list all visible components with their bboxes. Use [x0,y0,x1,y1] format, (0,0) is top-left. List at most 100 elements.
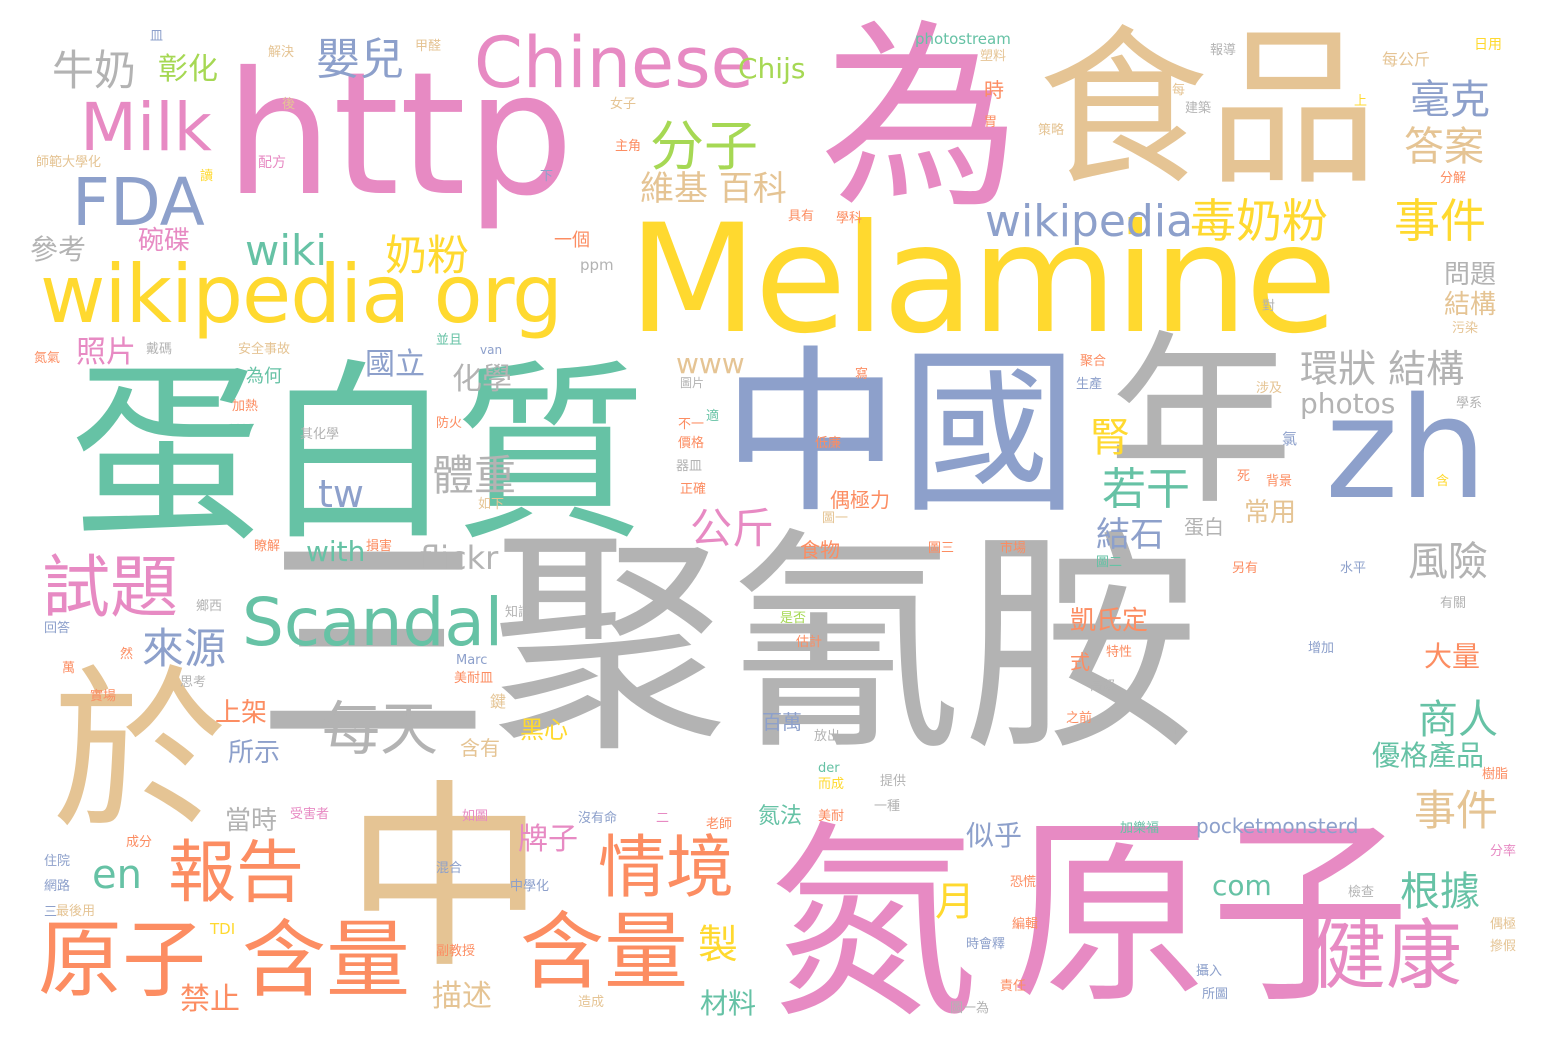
word-small: 學科 [836,211,863,226]
word-china: 中國 [722,330,1078,537]
word-small: 混合 [436,861,463,876]
word-cloud: 三聚氰胺 Melamine 中國 蛋白質 食品 http 為 年 氮 原子 中 … [0,0,1548,1052]
word-small: 所圖 [1202,987,1229,1002]
word-small: 一種 [874,799,901,814]
word-small: 鍵 [490,692,507,711]
word-small: 對 [1262,299,1276,314]
word-marc: Marc [456,653,488,668]
word-one: 一個 [554,230,590,251]
word-small: 鄉西 [196,599,223,614]
word-small: 戴碼 [146,342,173,357]
word-small: 師範大學化 [36,155,102,170]
word-dipole-force: 偶極力 [830,488,890,512]
word-small: 加熱 [232,399,259,414]
word-milk: Milk [80,89,212,166]
word-small: 日用 [1474,37,1502,53]
word-small: 胃 [984,115,998,130]
word-small: 正確 [680,482,707,497]
word-small: 圖二 [1096,555,1123,570]
word-small: 上 [1354,94,1368,109]
word-small: 最後用 [56,904,96,919]
word-dishes: 碗碟 [138,226,191,256]
word-small: 建築 [1185,101,1212,116]
word-der: der [818,761,840,776]
word-merchant: 商人 [1418,697,1498,743]
word-photostream: photostream [915,30,1011,48]
word-small: 美耐皿 [454,671,494,686]
word-wiki: wiki [245,226,328,275]
word-small: 分率 [1490,844,1517,859]
word-source: 來源 [142,624,227,673]
word-small: 美耐 [818,809,845,824]
word-small: 策略 [1038,123,1065,138]
word-small: 污染 [1452,321,1479,336]
word-small: 老師 [706,817,733,832]
word-small: 氮氣 [34,351,61,366]
word-cow-milk: 牛奶 [52,46,137,95]
word-small: 造成 [578,995,605,1010]
word-infant: 嬰兒 [316,34,404,85]
word-ppm: ppm [580,256,614,274]
word-risk: 風險 [1408,539,1488,585]
word-small: 塑料 [980,49,1007,64]
word-common: 常用 [1244,498,1297,528]
word-small: 後 [282,97,296,112]
word-small: 背景 [1266,474,1293,489]
word-scandal: Scandal [242,584,504,661]
word-wikipedia: wikipedia [985,196,1194,247]
word-small: 萬 [62,661,76,676]
word-small: 中學化 [510,879,550,894]
word-according: 根據 [1400,869,1480,915]
word-large-amount: 大量 [1424,640,1481,673]
word-chijs: Chijs [738,52,806,85]
word-small: 加樂福 [1120,821,1160,836]
word-small: 皿 [150,29,164,44]
word-daily: 每天 [322,695,439,763]
word-make: 製 [698,922,738,968]
word-nitrogen-method: 氮法 [758,804,803,829]
word-van: van [480,343,503,357]
word-photo: 照片 [76,335,136,370]
word-structure: 結構 [1444,290,1497,320]
word-small: 水平 [1340,561,1367,576]
word-small: 責任 [1000,979,1027,994]
word-small: 而成 [818,777,845,792]
word-small: 另有 [1232,561,1259,576]
word-small: 時會釋 [966,937,1006,952]
word-small: 報導 [1210,43,1237,58]
word-com: com [1212,869,1272,902]
word-small: 並且 [436,333,463,348]
word-small: 副教授 [436,944,476,959]
word-small: 不一 [678,417,705,432]
word-small: 偶極 [1490,917,1517,932]
word-milk-powder: 奶粉 [385,231,470,280]
word-material: 材料 [700,987,757,1020]
word-ring-structure: 環狀 結構 [1300,347,1465,391]
word-small: 時 [984,78,1004,102]
word-small: 解決 [268,45,295,60]
word-small: 估計 [796,635,823,650]
word-changhua: 彰化 [158,52,218,87]
word-chemistry: 化學 [452,362,512,397]
word-exam: 試題 [42,549,179,628]
word-small: 樹脂 [1482,767,1509,782]
word-small: 下 [540,169,554,184]
word-scenario: 情境 [598,829,735,908]
word-food-item: 食物 [800,538,840,562]
word-small: 女子 [610,97,637,112]
word-small: 主角 [615,139,642,154]
word-small: 涉及 [1256,381,1283,396]
word-seems: 似乎 [966,819,1023,852]
word-incident-yellow: 事件 [1394,194,1486,248]
word-small: 式 [1070,650,1090,674]
word-small: 實場 [90,689,117,704]
word-wiki-baike: 維基 百科 [640,169,787,209]
word-www: www [676,347,745,380]
word-small: 如下 [478,497,505,512]
word-small: 具有 [788,209,815,224]
word-describe: 描述 [432,979,492,1014]
word-small: 每 [1172,83,1186,98]
word-small: 如圖 [462,809,489,824]
word-small: 死 [1237,469,1251,484]
word-small: 高級 [1090,679,1117,694]
